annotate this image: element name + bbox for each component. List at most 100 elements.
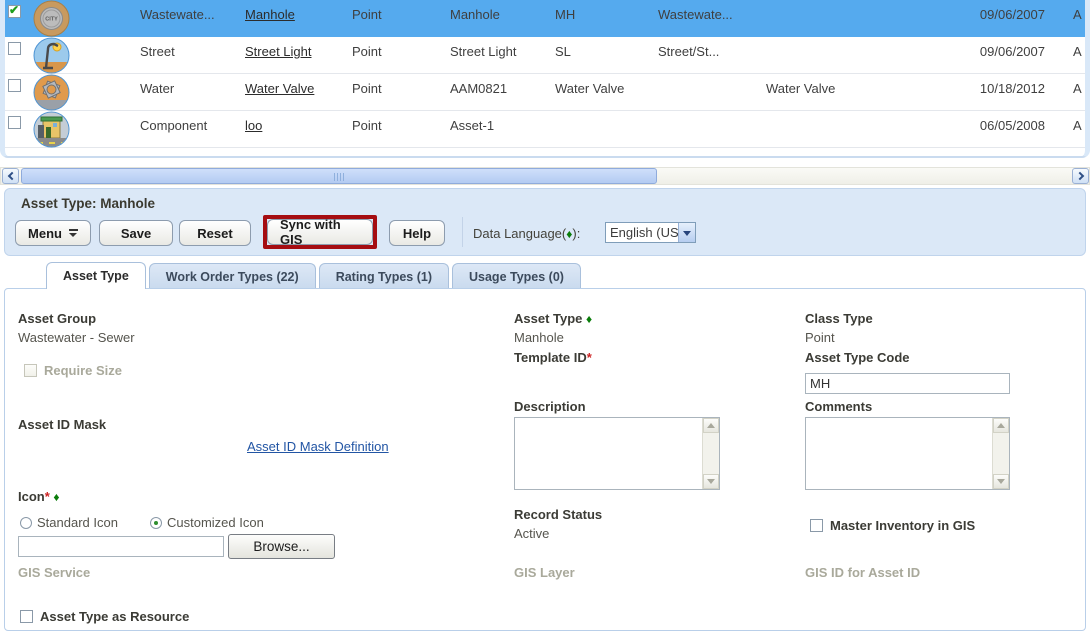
status-cell: A [1073, 81, 1082, 96]
standard-icon-label: Standard Icon [37, 515, 118, 530]
chevron-right-icon [1075, 172, 1083, 180]
table-row[interactable]: Water Water Valve Point AAM0821 Water Va… [5, 74, 1085, 111]
menu-button[interactable]: Menu [15, 220, 91, 246]
class-type-value: Point [805, 330, 835, 345]
scroll-down-icon [993, 474, 1009, 489]
scroll-right-button[interactable] [1072, 168, 1089, 184]
icon-file-input[interactable] [18, 536, 224, 557]
tab-work-order-types[interactable]: Work Order Types (22) [149, 263, 316, 289]
chevron-down-icon [678, 223, 695, 242]
sync-highlight-box: Sync with GIS [263, 215, 377, 249]
icon-label: Icon* ♦ [18, 489, 60, 504]
class-type-cell: Point [352, 118, 382, 133]
template-id-label: Template ID* [514, 350, 592, 365]
tab-asset-type[interactable]: Asset Type [46, 262, 146, 289]
description-cell: Street/St... [658, 44, 719, 59]
status-cell: A [1073, 44, 1082, 59]
template-id-cell: Manhole [450, 7, 500, 22]
extra-cell: Water Valve [766, 81, 835, 96]
class-type-cell: Point [352, 7, 382, 22]
require-size-label: Require Size [44, 363, 122, 378]
water-valve-icon [33, 74, 70, 114]
svg-text:CITY: CITY [45, 17, 58, 23]
asset-type-code-input[interactable] [805, 373, 1010, 394]
component-icon [33, 111, 70, 151]
gis-layer-label: GIS Layer [514, 565, 575, 580]
row-checkbox[interactable] [8, 79, 21, 92]
asset-type-link[interactable]: Water Valve [245, 81, 314, 96]
class-type-cell: Point [352, 44, 382, 59]
tab-bar: Asset Type Work Order Types (22) Rating … [4, 262, 1086, 289]
date-cell: 09/06/2007 [955, 7, 1045, 22]
asset-id-mask-definition-link[interactable]: Asset ID Mask Definition [247, 439, 389, 454]
tab-rating-types[interactable]: Rating Types (1) [319, 263, 449, 289]
scroll-left-button[interactable] [2, 168, 19, 184]
data-language-label: Data Language(♦): [473, 226, 580, 241]
scroll-down-icon [703, 474, 719, 489]
scrollbar-thumb[interactable] [21, 168, 657, 184]
page-title: Asset Type: Manhole [21, 196, 155, 211]
asset-type-code-label: Asset Type Code [805, 350, 910, 365]
scroll-up-icon [993, 418, 1009, 433]
template-id-cell: Street Light [450, 44, 517, 59]
asset-type-link[interactable]: loo [245, 118, 262, 133]
description-cell: Wastewate... [658, 7, 733, 22]
city-icon: CITY [33, 0, 70, 40]
reset-button[interactable]: Reset [179, 220, 251, 246]
description-label: Description [514, 399, 586, 414]
asset-type-toolbar: Asset Type: Manhole Menu Save Reset Sync… [4, 188, 1086, 256]
sync-with-gis-button[interactable]: Sync with GIS [267, 219, 373, 245]
row-checkbox[interactable] [8, 116, 21, 129]
record-status-value: Active [514, 526, 549, 541]
data-language-select[interactable]: English (US) [605, 222, 696, 243]
class-type-cell: Point [352, 81, 382, 96]
table-row[interactable]: Component loo Point Asset-1 06/05/2008 A [5, 111, 1085, 148]
code-cell: MH [555, 7, 575, 22]
asset-type-link[interactable]: Street Light [245, 44, 312, 59]
row-checkbox[interactable] [8, 42, 21, 55]
save-button[interactable]: Save [99, 220, 173, 246]
comments-textarea[interactable] [805, 417, 1010, 490]
textarea-scrollbar [992, 418, 1009, 489]
gis-service-label: GIS Service [18, 565, 90, 580]
asset-group-value: Wastewater - Sewer [18, 330, 135, 345]
description-textarea[interactable] [514, 417, 720, 490]
customized-icon-radio[interactable] [150, 517, 162, 529]
asset-group-cell: Component [140, 118, 207, 133]
master-inventory-label: Master Inventory in GIS [830, 518, 975, 533]
help-button[interactable]: Help [389, 220, 445, 246]
asset-type-value: Manhole [514, 330, 564, 345]
horizontal-scrollbar[interactable] [0, 167, 1090, 185]
asset-group-cell: Wastewate... [140, 7, 215, 22]
browse-button[interactable]: Browse... [228, 534, 335, 559]
master-inventory-checkbox[interactable] [810, 519, 823, 532]
scroll-up-icon [703, 418, 719, 433]
table-row[interactable]: ✔ CITY Wastewate... Manhole Point Manhol… [5, 0, 1085, 37]
asset-type-as-resource-label: Asset Type as Resource [40, 609, 189, 624]
gis-id-for-asset-id-label: GIS ID for Asset ID [805, 565, 920, 580]
grid-bottom-edge [0, 148, 1090, 158]
template-id-cell: Asset-1 [450, 118, 494, 133]
template-id-cell: AAM0821 [450, 81, 507, 96]
comments-label: Comments [805, 399, 872, 414]
table-row[interactable]: Street Street Light Point Street Light S… [5, 37, 1085, 74]
asset-type-as-resource-checkbox[interactable] [20, 610, 33, 623]
checkmark-icon: ✔ [9, 3, 19, 17]
green-diamond-icon: ♦ [53, 490, 59, 504]
chevron-left-icon [7, 172, 15, 180]
class-type-label: Class Type [805, 311, 873, 326]
row-checkbox[interactable]: ✔ [8, 5, 21, 18]
status-cell: A [1073, 118, 1082, 133]
asset-type-label: Asset Type ♦ [514, 311, 592, 326]
record-status-label: Record Status [514, 507, 602, 522]
tab-usage-types[interactable]: Usage Types (0) [452, 263, 581, 289]
standard-icon-radio[interactable] [20, 517, 32, 529]
code-cell: SL [555, 44, 571, 59]
asset-type-link[interactable]: Manhole [245, 7, 295, 22]
street-light-icon [33, 37, 70, 77]
asset-group-cell: Water [140, 81, 174, 96]
require-size-checkbox [24, 364, 37, 377]
asset-id-mask-label: Asset ID Mask [18, 417, 106, 432]
scrollbar-grip-icon [334, 173, 344, 181]
date-cell: 09/06/2007 [955, 44, 1045, 59]
